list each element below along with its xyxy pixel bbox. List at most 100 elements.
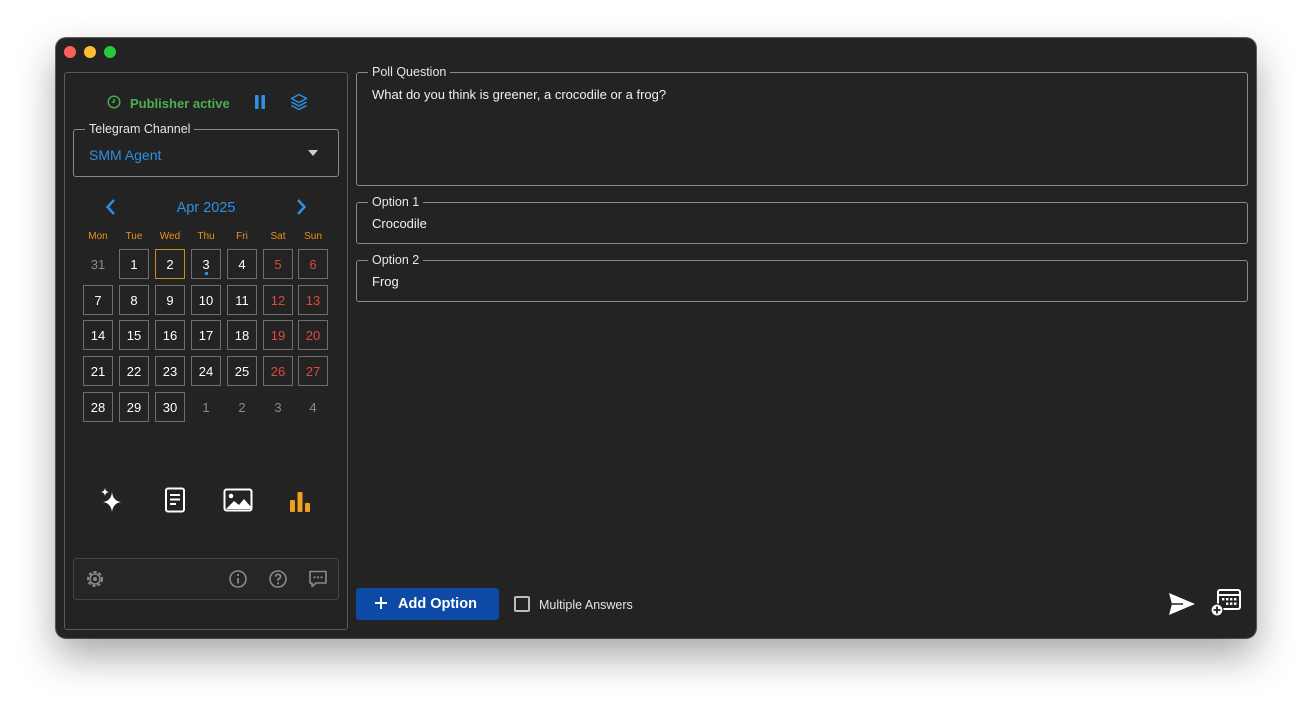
- minimize-window-button[interactable]: [84, 46, 96, 58]
- calendar-day[interactable]: 10: [191, 285, 221, 315]
- option-1-legend: Option 1: [368, 195, 424, 209]
- calendar-day-outside[interactable]: 4: [298, 392, 328, 422]
- telegram-channel-legend: Telegram Channel: [85, 122, 195, 136]
- calendar-day-outside[interactable]: 3: [263, 392, 293, 422]
- calendar-day-number: 14: [90, 327, 106, 343]
- calendar-day[interactable]: 8: [119, 285, 149, 315]
- info-icon[interactable]: [228, 569, 248, 589]
- option-1-text[interactable]: Crocodile: [372, 216, 427, 231]
- calendar-day-number: 4: [238, 256, 246, 272]
- sparkles-icon[interactable]: [100, 487, 126, 513]
- calendar-day[interactable]: 21: [83, 356, 113, 386]
- settings-icon[interactable]: [85, 569, 105, 589]
- calendar-day-number: 2: [238, 399, 246, 415]
- document-icon[interactable]: [162, 487, 188, 513]
- weekday-thu: Thu: [197, 231, 215, 242]
- schedule-send-icon[interactable]: [1210, 588, 1242, 618]
- poll-question-field[interactable]: Poll Question What do you think is green…: [356, 65, 1248, 186]
- calendar-day[interactable]: 18: [227, 320, 257, 350]
- close-window-button[interactable]: [64, 46, 76, 58]
- calendar-day-number: 6: [309, 256, 317, 272]
- calendar-day-number: 16: [162, 327, 178, 343]
- poll-question-text[interactable]: What do you think is greener, a crocodil…: [372, 87, 666, 102]
- publisher-status: Publisher active: [65, 93, 347, 115]
- calendar-day[interactable]: 15: [119, 320, 149, 350]
- chat-icon[interactable]: [308, 569, 328, 589]
- calendar-day-number: 21: [90, 363, 106, 379]
- telegram-channel-select[interactable]: Telegram Channel SMM Agent: [73, 122, 339, 177]
- scheduled-post-marker: [205, 272, 208, 275]
- calendar-day[interactable]: 27: [298, 356, 328, 386]
- option-2-text[interactable]: Frog: [372, 274, 399, 289]
- calendar-day[interactable]: 28: [83, 392, 113, 422]
- add-option-label: Add Option: [398, 596, 477, 612]
- calendar-day-number: 24: [198, 363, 214, 379]
- option-2-field[interactable]: Option 2 Frog: [356, 253, 1248, 302]
- multiple-answers-checkbox[interactable]: [514, 596, 530, 612]
- calendar-day-number: 26: [270, 363, 286, 379]
- help-icon[interactable]: [268, 569, 288, 589]
- weekday-wed: Wed: [159, 231, 181, 242]
- calendar-day[interactable]: 26: [263, 356, 293, 386]
- calendar-header: Apr 2025: [65, 197, 347, 219]
- add-option-button[interactable]: Add Option: [356, 588, 499, 620]
- calendar-day-outside[interactable]: 1: [191, 392, 221, 422]
- multiple-answers-label[interactable]: Multiple Answers: [539, 598, 633, 612]
- publisher-status-text: Publisher active: [130, 96, 230, 111]
- calendar-day-number: 7: [94, 292, 102, 308]
- calendar-day[interactable]: 29: [119, 392, 149, 422]
- calendar-day[interactable]: 24: [191, 356, 221, 386]
- bar-chart-icon[interactable]: [287, 487, 313, 513]
- layers-icon[interactable]: [290, 93, 308, 111]
- calendar-day[interactable]: 14: [83, 320, 113, 350]
- calendar-day-number: 17: [198, 327, 214, 343]
- send-icon[interactable]: [1168, 592, 1196, 616]
- calendar-day-number: 11: [235, 292, 249, 308]
- calendar-day[interactable]: 4: [227, 249, 257, 279]
- sidebar-footer: [73, 558, 339, 600]
- calendar-day[interactable]: 16: [155, 320, 185, 350]
- calendar-day[interactable]: 30: [155, 392, 185, 422]
- caret-down-icon[interactable]: [308, 150, 318, 156]
- zoom-window-button[interactable]: [104, 46, 116, 58]
- weekday-fri: Fri: [236, 231, 248, 242]
- calendar-day-number: 1: [202, 399, 210, 415]
- calendar-day[interactable]: 3: [191, 249, 221, 279]
- sidebar: Publisher active Telegram Channel SMM Ag…: [64, 72, 348, 630]
- app-window: Publisher active Telegram Channel SMM Ag…: [56, 38, 1256, 638]
- calendar-day[interactable]: 12: [263, 285, 293, 315]
- calendar-day-number: 3: [274, 399, 282, 415]
- weekday-sun: Sun: [304, 231, 322, 242]
- title-bar: [56, 38, 1256, 66]
- calendar-day[interactable]: 6: [298, 249, 328, 279]
- weekday-sat: Sat: [270, 231, 286, 242]
- plus-icon: [375, 597, 387, 609]
- pause-icon[interactable]: [253, 94, 267, 110]
- weekday-tue: Tue: [125, 231, 143, 242]
- calendar-day[interactable]: 17: [191, 320, 221, 350]
- option-1-field[interactable]: Option 1 Crocodile: [356, 195, 1248, 244]
- chevron-right-icon[interactable]: [293, 197, 309, 217]
- calendar-day[interactable]: 20: [298, 320, 328, 350]
- image-icon[interactable]: [223, 487, 253, 513]
- weekday-mon: Mon: [88, 231, 108, 242]
- calendar-day[interactable]: 23: [155, 356, 185, 386]
- calendar-day[interactable]: 19: [263, 320, 293, 350]
- calendar-day[interactable]: 1: [119, 249, 149, 279]
- calendar-day[interactable]: 7: [83, 285, 113, 315]
- calendar-day-number: 13: [305, 292, 321, 308]
- calendar-day[interactable]: 5: [263, 249, 293, 279]
- calendar-day-number: 10: [198, 292, 214, 308]
- calendar-day[interactable]: 25: [227, 356, 257, 386]
- calendar-day[interactable]: 2: [155, 249, 185, 279]
- calendar-day[interactable]: 9: [155, 285, 185, 315]
- calendar-day-outside[interactable]: 31: [83, 249, 113, 279]
- calendar-day-number: 29: [126, 399, 142, 415]
- calendar-day[interactable]: 11: [227, 285, 257, 315]
- calendar-day-number: 31: [90, 256, 106, 272]
- clock-icon: [107, 95, 121, 109]
- calendar-day-outside[interactable]: 2: [227, 392, 257, 422]
- calendar-day[interactable]: 13: [298, 285, 328, 315]
- calendar-day-number: 5: [274, 256, 282, 272]
- calendar-day[interactable]: 22: [119, 356, 149, 386]
